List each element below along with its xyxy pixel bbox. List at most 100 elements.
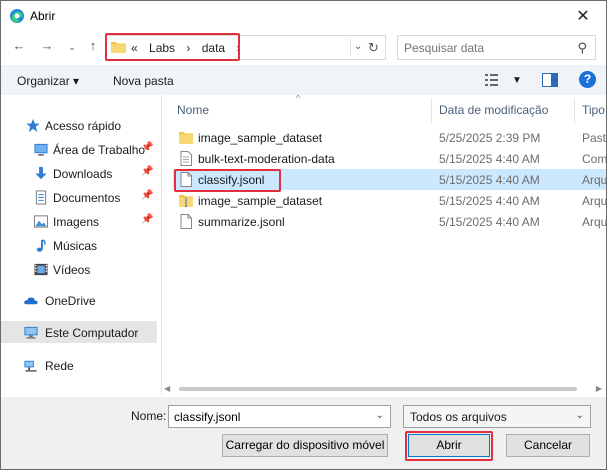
new-folder-button[interactable]: Nova pasta bbox=[113, 74, 174, 88]
sidebar-item-label: Este Computador bbox=[45, 326, 139, 340]
column-separator[interactable] bbox=[431, 98, 432, 124]
file-icon bbox=[180, 151, 192, 166]
file-row[interactable]: image_sample_dataset 5/15/2025 4:40 AM A… bbox=[173, 190, 606, 211]
refresh-icon[interactable]: ↻ bbox=[368, 40, 379, 56]
scroll-right-icon[interactable]: ▶ bbox=[596, 384, 602, 393]
window-title: Abrir bbox=[30, 9, 56, 23]
view-options-icon[interactable] bbox=[485, 73, 501, 87]
network-icon bbox=[24, 360, 37, 372]
organize-menu[interactable]: Organizar ▾ bbox=[17, 74, 79, 88]
sidebar-item-desktop[interactable]: Área de Trabalho 📌 bbox=[1, 138, 157, 160]
search-input[interactable] bbox=[404, 40, 564, 56]
edge-browser-icon bbox=[10, 9, 24, 23]
dialog-footer: Nome: ⌄ Todos os arquivos ⌄ Carregar do … bbox=[1, 397, 606, 469]
open-file-dialog: Abrir ✕ ← → ⌄ ↑ « Labs › data › ⌄ ↻ ⚲ Or… bbox=[0, 0, 607, 470]
file-name-field[interactable]: ⌄ bbox=[168, 405, 391, 428]
file-type-filter-value: Todos os arquivos bbox=[410, 410, 507, 424]
file-type: Arqu bbox=[582, 215, 606, 229]
address-divider bbox=[350, 39, 351, 56]
file-type: Arqu bbox=[582, 173, 606, 187]
file-type: Pasta bbox=[582, 131, 606, 145]
view-dropdown-icon[interactable]: ▼ bbox=[512, 75, 522, 86]
folder-icon bbox=[179, 132, 193, 144]
file-name: bulk-text-moderation-data bbox=[198, 152, 335, 166]
back-arrow-icon[interactable]: ← bbox=[11, 38, 27, 53]
file-name-input[interactable] bbox=[174, 409, 364, 424]
sidebar-item-label: Vídeos bbox=[53, 263, 91, 277]
file-type-filter[interactable]: Todos os arquivos ⌄ bbox=[403, 405, 591, 428]
file-row[interactable]: summarize.jsonl 5/15/2025 4:40 AM Arqu bbox=[173, 211, 606, 232]
column-header-name[interactable]: Nome bbox=[177, 103, 209, 117]
chevron-down-icon[interactable]: ⌄ bbox=[354, 41, 362, 52]
help-icon[interactable]: ? bbox=[579, 71, 596, 88]
pin-icon: 📌 bbox=[141, 142, 154, 153]
file-type: Arqu bbox=[582, 194, 606, 208]
file-date: 5/15/2025 4:40 AM bbox=[439, 173, 540, 187]
sidebar-item-label: Rede bbox=[45, 359, 74, 373]
sidebar-item-onedrive[interactable]: OneDrive bbox=[1, 289, 157, 311]
selected-file-highlight-box bbox=[174, 169, 281, 192]
sidebar-item-quick-access[interactable]: Acesso rápido bbox=[1, 114, 157, 136]
pin-icon: 📌 bbox=[141, 214, 154, 225]
file-name: image_sample_dataset bbox=[198, 131, 323, 145]
sidebar-item-videos[interactable]: Vídeos bbox=[1, 258, 157, 280]
address-highlight-box bbox=[105, 33, 240, 61]
recent-locations-icon[interactable]: ⌄ bbox=[64, 42, 80, 53]
open-button-highlight-box bbox=[405, 431, 493, 461]
file-name: summarize.jsonl bbox=[198, 215, 285, 229]
pin-icon: 📌 bbox=[141, 190, 154, 201]
file-date: 5/15/2025 4:40 AM bbox=[439, 152, 540, 166]
file-row[interactable]: image_sample_dataset 5/25/2025 2:39 PM P… bbox=[173, 127, 606, 148]
sidebar-item-documents[interactable]: Documentos 📌 bbox=[1, 186, 157, 208]
sidebar-item-label: Músicas bbox=[53, 239, 98, 253]
pin-icon: 📌 bbox=[141, 166, 154, 177]
sidebar-item-music[interactable]: Músicas bbox=[1, 234, 157, 256]
horizontal-scrollbar[interactable]: ◀ ▶ bbox=[162, 381, 606, 397]
file-date: 5/15/2025 4:40 AM bbox=[439, 215, 540, 229]
cancel-button[interactable]: Cancelar bbox=[506, 434, 590, 457]
sidebar-item-this-pc[interactable]: Este Computador bbox=[1, 321, 157, 343]
sidebar-item-label: Acesso rápido bbox=[45, 119, 122, 133]
documents-icon bbox=[35, 190, 47, 205]
computer-icon bbox=[24, 326, 38, 339]
column-separator[interactable] bbox=[574, 98, 575, 124]
file-type: Com bbox=[582, 152, 606, 166]
search-icon[interactable]: ⚲ bbox=[577, 40, 587, 56]
star-icon bbox=[26, 118, 40, 133]
close-icon[interactable]: ✕ bbox=[574, 6, 592, 26]
title-bar: Abrir ✕ bbox=[1, 1, 606, 31]
cloud-icon bbox=[24, 297, 38, 305]
music-icon bbox=[36, 239, 46, 252]
command-bar: Organizar ▾ Nova pasta ▼ ? bbox=[1, 65, 606, 95]
pictures-icon bbox=[33, 215, 49, 228]
scrollbar-thumb[interactable] bbox=[179, 387, 577, 391]
file-list: ^ Nome Data de modificação Tipo image_sa… bbox=[162, 95, 606, 395]
forward-arrow-icon[interactable]: → bbox=[39, 38, 55, 53]
sidebar-item-label: Downloads bbox=[53, 167, 113, 181]
sidebar-item-pictures[interactable]: Imagens 📌 bbox=[1, 210, 157, 232]
file-date: 5/15/2025 4:40 AM bbox=[439, 194, 540, 208]
upload-from-mobile-button[interactable]: Carregar do dispositivo móvel bbox=[222, 434, 388, 457]
sort-ascending-icon: ^ bbox=[296, 95, 301, 103]
sidebar-item-label: OneDrive bbox=[45, 294, 96, 308]
sidebar-item-network[interactable]: Rede bbox=[1, 354, 157, 376]
search-box[interactable]: ⚲ bbox=[397, 35, 596, 60]
sidebar-item-label: Documentos bbox=[53, 191, 121, 205]
chevron-down-icon[interactable]: ⌄ bbox=[576, 410, 584, 421]
column-header-date[interactable]: Data de modificação bbox=[439, 103, 548, 117]
chevron-down-icon[interactable]: ⌄ bbox=[376, 410, 384, 421]
preview-pane-icon[interactable] bbox=[542, 73, 558, 87]
file-name-label: Nome: bbox=[131, 409, 167, 423]
sidebar-item-label: Área de Trabalho bbox=[53, 143, 146, 157]
zip-folder-icon bbox=[179, 195, 193, 207]
column-header-type[interactable]: Tipo bbox=[582, 103, 605, 117]
file-date: 5/25/2025 2:39 PM bbox=[439, 131, 541, 145]
download-icon bbox=[35, 166, 47, 180]
videos-icon bbox=[34, 263, 48, 276]
scroll-left-icon[interactable]: ◀ bbox=[164, 384, 170, 393]
file-row[interactable]: bulk-text-moderation-data 5/15/2025 4:40… bbox=[173, 148, 606, 169]
up-arrow-icon[interactable]: ↑ bbox=[85, 38, 101, 53]
sidebar-item-downloads[interactable]: Downloads 📌 bbox=[1, 162, 157, 184]
file-name: image_sample_dataset bbox=[198, 194, 323, 208]
navigation-pane: Acesso rápido Área de Trabalho 📌 Downloa… bbox=[1, 95, 161, 395]
